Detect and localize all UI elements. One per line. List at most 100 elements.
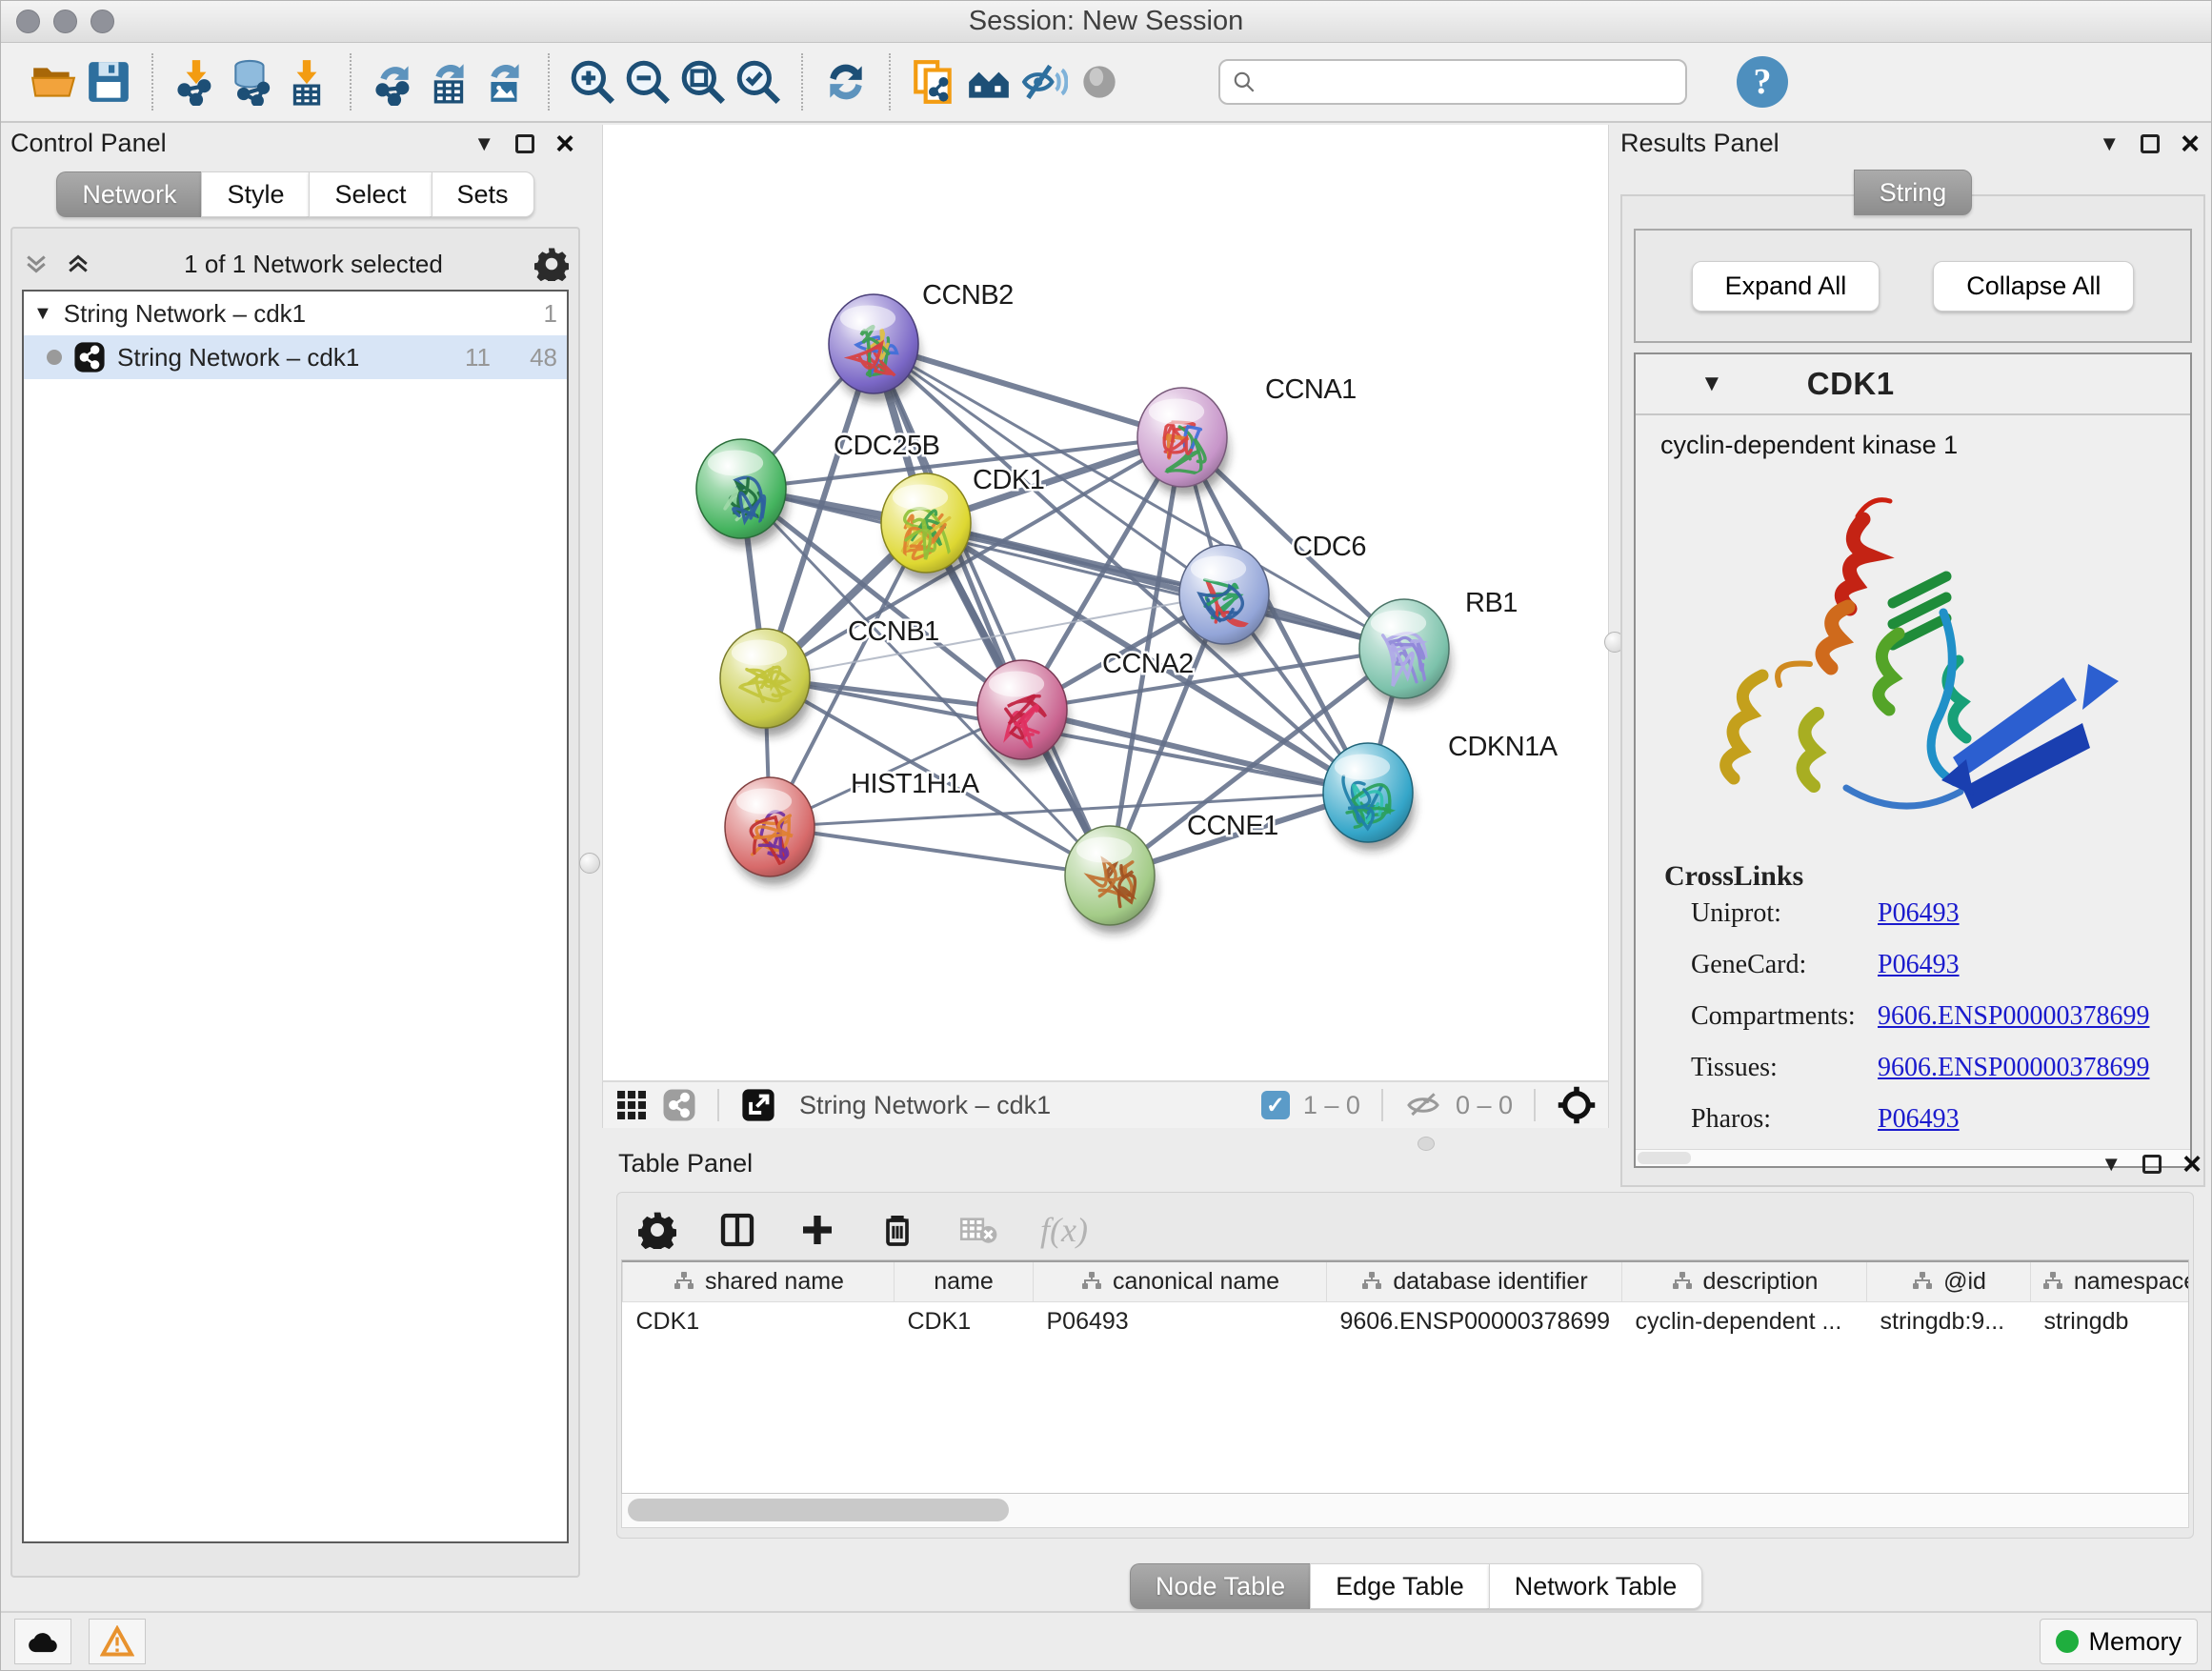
import-network-from-file-button[interactable] [169,52,224,111]
zoom-in-button[interactable] [565,52,620,111]
network-node-ccnb1[interactable] [720,629,812,736]
tab-network-table[interactable]: Network Table [1489,1563,1703,1609]
column-header-name[interactable]: name [895,1261,1034,1301]
zoom-selected-region-button[interactable] [731,52,786,111]
warnings-button[interactable] [89,1619,146,1664]
tab-network[interactable]: Network [56,171,201,217]
crosslink-link[interactable]: P06493 [1878,950,1960,980]
gear-icon[interactable] [534,247,569,281]
tree-expander-icon[interactable]: ▼ [33,303,52,325]
hide-selected-button[interactable] [1016,52,1072,111]
network-row[interactable]: String Network – cdk1 11 48 [24,335,567,379]
float-panel-icon[interactable] [2141,134,2160,153]
delete-table-button[interactable] [958,1210,998,1250]
network-node-rb1[interactable] [1359,599,1451,707]
grid-view-button[interactable] [614,1088,649,1122]
memory-button[interactable]: Memory [2040,1619,2198,1664]
close-panel-icon[interactable]: × [555,134,574,153]
search-input[interactable] [1264,68,1674,97]
close-panel-icon[interactable]: × [2182,1155,2202,1174]
float-panel-icon[interactable] [2142,1155,2162,1174]
column-header-sharedname[interactable]: shared name [623,1261,895,1301]
memory-status-dot [2056,1630,2079,1653]
column-header-namespace[interactable]: namespace [2031,1261,2190,1301]
open-session-button[interactable] [26,52,81,111]
expand-all-button[interactable]: Expand All [1692,261,1880,312]
panel-menu-icon[interactable]: ▼ [2099,131,2120,156]
collapse-all-icon[interactable] [22,250,50,278]
clone-network-button[interactable] [906,52,961,111]
network-node-cdk1[interactable] [881,473,973,581]
panel-menu-icon[interactable]: ▼ [473,131,494,156]
zoom-out-button[interactable] [620,52,675,111]
left-splitter-handle[interactable] [579,853,600,874]
close-panel-icon[interactable]: × [2181,134,2200,153]
apply-preferred-layout-button[interactable] [818,52,874,111]
float-panel-icon[interactable] [515,134,534,153]
network-node-ccna1[interactable] [1137,388,1229,495]
network-node-ccne1[interactable] [1065,826,1156,934]
network-node-cdc25b[interactable] [696,439,788,547]
selected-checkbox-icon[interactable]: ✓ [1261,1091,1290,1119]
clone-documents-icon [910,58,957,106]
column-header-description[interactable]: description [1622,1261,1867,1301]
tab-string[interactable]: String [1854,170,1973,215]
export-table-button[interactable] [422,52,477,111]
table-cell[interactable]: CDK1 [895,1301,1034,1341]
show-network-overview-button[interactable] [961,52,1016,111]
table-cell[interactable]: CDK1 [623,1301,895,1341]
close-window-button[interactable] [16,10,40,33]
column-header-databaseidentifier[interactable]: database identifier [1327,1261,1622,1301]
network-edge[interactable] [741,437,1182,489]
tab-sets[interactable]: Sets [432,171,534,217]
table-cell[interactable]: cyclin-dependent ... [1622,1301,1867,1341]
crosslink-link[interactable]: P06493 [1878,1104,1960,1135]
zoom-fit-content-button[interactable] [675,52,731,111]
add-column-button[interactable] [798,1211,836,1249]
network-collection-row[interactable]: ▼ String Network – cdk1 1 [24,292,567,335]
network-node-hist1h1a[interactable] [725,777,816,885]
import-network-from-database-button[interactable] [224,52,279,111]
table-cell[interactable]: stringdb [2031,1301,2190,1341]
detach-view-button[interactable] [740,1087,776,1123]
cloud-status-button[interactable] [14,1619,71,1664]
column-header-id[interactable]: @id [1867,1261,2031,1301]
table-cell[interactable]: P06493 [1034,1301,1327,1341]
tab-style[interactable]: Style [201,171,309,217]
import-table-from-file-button[interactable] [279,52,334,111]
table-row[interactable]: CDK1CDK1P064939606.ENSP00000378699cyclin… [623,1301,2190,1341]
show-columns-button[interactable] [718,1211,756,1249]
table-cell[interactable]: stringdb:9... [1867,1301,2031,1341]
collapse-all-button[interactable]: Collapse All [1933,261,2134,312]
zoom-window-button[interactable] [90,10,114,33]
panel-menu-icon[interactable]: ▼ [2101,1152,2122,1177]
table-horizontal-scrollbar[interactable] [621,1494,2189,1528]
export-network-button[interactable] [367,52,422,111]
crosslink-link[interactable]: P06493 [1878,898,1960,929]
show-all-button[interactable] [1072,52,1127,111]
scrollbar-thumb[interactable] [628,1499,1009,1521]
network-canvas[interactable]: CCNB2CCNA1CDC25BCDK1CDC6RB1CCNB1CCNA2CDK… [602,125,1609,1080]
minimize-window-button[interactable] [53,10,77,33]
crosslink-link[interactable]: 9606.ENSP00000378699 [1878,1001,2149,1032]
birds-eye-toggle-button[interactable] [1557,1085,1597,1125]
export-image-button[interactable] [477,52,533,111]
network-edge[interactable] [770,827,1110,876]
expand-all-icon[interactable] [64,250,92,278]
tab-node-table[interactable]: Node Table [1130,1563,1310,1609]
crosslink-link[interactable]: 9606.ENSP00000378699 [1878,1053,2149,1083]
network-node-cdkn1a[interactable] [1323,743,1415,851]
table-cell[interactable]: 9606.ENSP00000378699 [1327,1301,1622,1341]
tab-edge-table[interactable]: Edge Table [1310,1563,1489,1609]
apply-function-button[interactable]: f(x) [1040,1210,1088,1250]
tab-select[interactable]: Select [309,171,431,217]
control-panel-tabs: Network Style Select Sets [10,171,580,217]
collapse-entry-icon[interactable]: ▼ [1700,371,1723,397]
column-header-canonicalname[interactable]: canonical name [1034,1261,1327,1301]
delete-column-button[interactable] [878,1211,916,1249]
save-session-button[interactable] [81,52,136,111]
table-settings-button[interactable] [638,1211,676,1249]
network-node-ccnb2[interactable] [829,294,920,402]
string-view-button[interactable] [662,1088,696,1122]
help-button[interactable]: ? [1737,56,1788,108]
